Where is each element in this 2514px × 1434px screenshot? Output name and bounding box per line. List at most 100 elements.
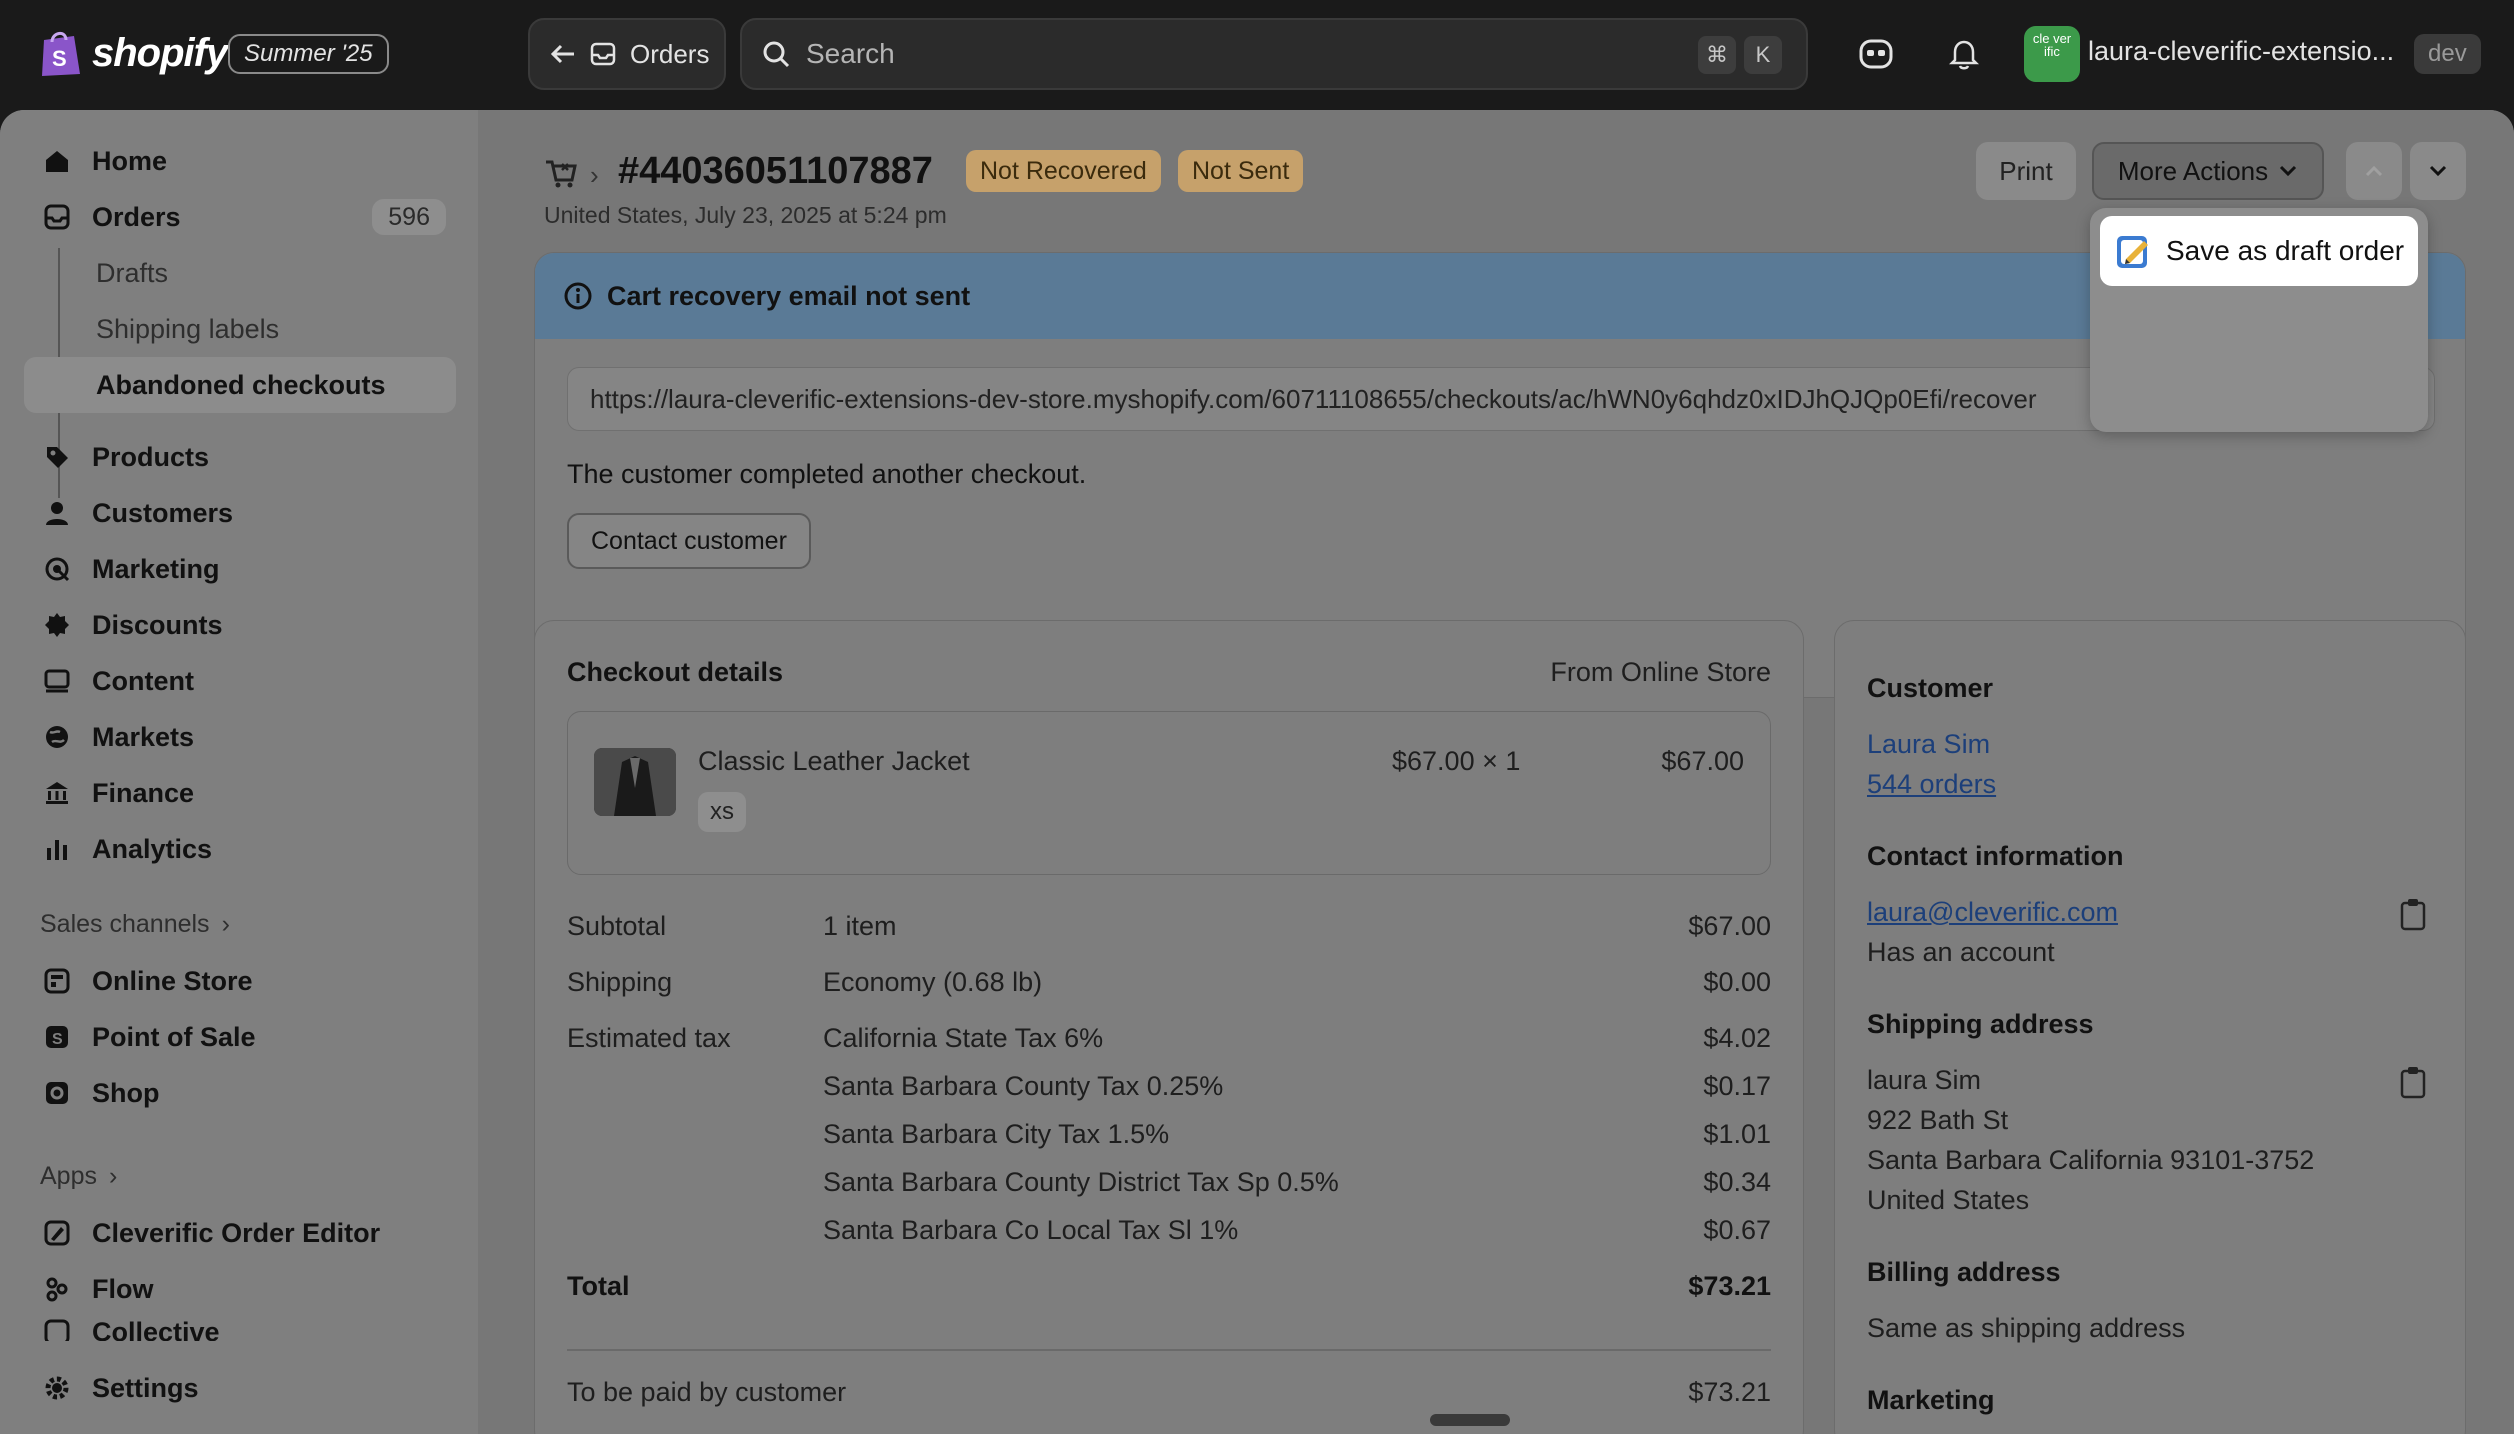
sidebar-item-label: Analytics [92,833,213,864]
sidebar-item-flow[interactable]: Flow [24,1261,456,1317]
tag-icon [42,442,72,472]
variant-badge: xs [698,792,746,832]
sidebar-item-label: Markets [92,721,195,752]
sidebar-item-home[interactable]: Home [24,133,456,189]
env-badge: dev [2414,34,2481,74]
product-thumbnail[interactable] [594,748,676,816]
to-pay-amount: $73.21 [1688,1377,1771,1407]
status-badge-recovered: Not Recovered [966,150,1161,192]
summary-detail: California State Tax 6% [823,1023,1104,1053]
menu-item-save-as-draft[interactable]: Save as draft order [2100,216,2418,286]
more-actions-button[interactable]: More Actions [2092,142,2324,200]
clipboard-icon[interactable] [2397,897,2429,931]
previous-checkout-button[interactable] [2346,142,2402,200]
pos-icon: S [42,1022,72,1052]
sidebar-item-orders[interactable]: Orders 596 [24,189,456,245]
checkout-details-card: Checkout details From Online Store Class… [534,620,1804,1434]
banner-title: Cart recovery email not sent [607,280,971,311]
sidebar-item-discounts[interactable]: Discounts [24,597,456,653]
store-avatar[interactable]: cle ver ific [2024,26,2080,82]
summary-label: Shipping [567,967,673,997]
bell-icon[interactable] [1944,34,1984,74]
chevron-right-icon: › [221,910,230,938]
draft-order-icon [2117,236,2148,268]
sidebar-item-label: Collective [92,1317,220,1341]
sidebar-item-analytics[interactable]: Analytics [24,821,456,877]
sidebar-item-point-of-sale[interactable]: S Point of Sale [24,1009,456,1065]
customer-email-link[interactable]: laura@cleverific.com [1867,897,2118,928]
sidebar-item-markets[interactable]: Markets [24,709,456,765]
app-frame: Home Orders 596 Drafts Shipping labels A… [0,110,2514,1434]
sidebar-item-finance[interactable]: Finance [24,765,456,821]
checkout-source: From Online Store [1550,657,1771,687]
sidebar-item-label: Shop [92,1077,160,1108]
scroll-handle[interactable] [1430,1414,1510,1426]
search-input[interactable]: Search ⌘ K [740,18,1808,90]
billing-address-title: Billing address [1867,1257,2061,1287]
customer-orders-link[interactable]: 544 orders [1867,769,1996,800]
main-content: › #44036051107887 Not Recovered Not Sent… [478,110,2514,1434]
sidebar-item-shop[interactable]: Shop [24,1065,456,1121]
gear-icon [42,1373,72,1403]
top-bar: S shopify Summer '25 Orders Search ⌘ K c… [0,0,2514,110]
next-checkout-button[interactable] [2410,142,2466,200]
bank-icon [42,778,72,808]
customer-card: Customer Laura Sim 544 orders Contact in… [1834,620,2466,1434]
collective-icon [42,1317,72,1341]
back-to-orders-button[interactable]: Orders [528,18,726,90]
sidebar-item-collective[interactable]: Collective [24,1317,456,1341]
sidebar-item-cleverific[interactable]: Cleverific Order Editor [24,1205,456,1261]
summary-amount: $1.01 [1703,1119,1771,1149]
checkout-subtitle: United States, July 23, 2025 at 5:24 pm [544,202,947,228]
sidebar-item-online-store[interactable]: Online Store [24,953,456,1009]
sidebar-item-label: Online Store [92,965,253,996]
orders-icon [42,202,72,232]
sidebar-item-abandoned-checkouts[interactable]: Abandoned checkouts [24,357,456,413]
sidebar-item-label: Marketing [92,553,220,584]
sidebar-item-marketing[interactable]: Marketing [24,541,456,597]
chevron-right-icon: › [108,1162,118,1190]
checkout-details-title: Checkout details [567,657,784,687]
sidebar-item-content[interactable]: Content [24,653,456,709]
sidebar-item-label: Settings [92,1372,199,1403]
shipping-address-title: Shipping address [1867,1009,2094,1039]
shopify-logo[interactable]: S shopify [38,28,228,78]
contact-customer-button[interactable]: Contact customer [567,513,811,569]
store-name[interactable]: laura-cleverific-extensio... [2088,36,2398,67]
shop-icon [42,1078,72,1108]
customer-name-link[interactable]: Laura Sim [1867,729,1990,760]
shortcut-cmd-key: ⌘ [1698,36,1736,74]
edition-badge[interactable]: Summer '25 [228,34,389,74]
unit-price-quantity: $67.00 × 1 [1392,746,1521,776]
sidebar-item-shipping-labels[interactable]: Shipping labels [24,301,456,357]
person-icon [42,498,72,528]
sidebar-item-label: Flow [92,1273,154,1304]
abandoned-cart-icon[interactable] [544,156,578,190]
summary-detail: Santa Barbara County Tax 0.25% [823,1071,1224,1101]
bar-chart-icon [42,834,72,864]
content-icon [42,666,72,696]
sidebar-item-label: Cleverific Order Editor [92,1217,381,1248]
summary-label: Subtotal [567,911,667,941]
sidebar-item-label: Products [92,441,210,472]
print-button[interactable]: Print [1976,142,2076,200]
summary-detail: Santa Barbara City Tax 1.5% [823,1119,1170,1149]
sidebar-item-customers[interactable]: Customers [24,485,456,541]
marketing-title: Marketing [1867,1385,1995,1415]
search-placeholder: Search [806,38,895,69]
sales-channels-heading[interactable]: Sales channels › [40,910,230,939]
sidebar-item-drafts[interactable]: Drafts [24,245,456,301]
sidebar-item-products[interactable]: Products [24,429,456,485]
apps-heading[interactable]: Apps › [40,1162,117,1191]
sidebar-item-settings[interactable]: Settings [24,1360,456,1416]
clipboard-icon[interactable] [2397,1065,2429,1099]
contact-info-title: Contact information [1867,841,2124,871]
back-label: Orders [630,38,710,69]
sidekick-icon[interactable] [1856,34,1896,74]
sidebar-item-label: Content [92,665,194,696]
product-name[interactable]: Classic Leather Jacket [698,746,970,777]
store-icon [42,966,72,996]
summary-amount: $0.00 [1703,967,1771,997]
summary-amount: $67.00 [1688,911,1771,941]
sidebar-item-label: Home [92,145,168,176]
